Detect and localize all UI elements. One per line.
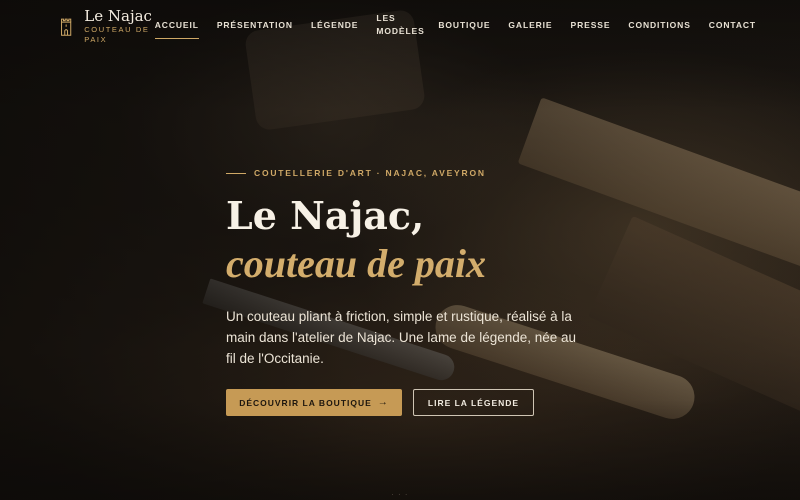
site-header: Le Najac COUTEAU DE PAIX ACCUEIL PRÉSENT… <box>0 0 800 52</box>
read-legend-button[interactable]: LIRE LA LÉGENDE <box>413 389 534 416</box>
nav-item-contact[interactable]: CONTACT <box>709 17 756 36</box>
nav-item-conditions[interactable]: CONDITIONS <box>628 17 690 36</box>
scroll-indicator[interactable]: · · · <box>391 492 408 498</box>
brand-logo-link[interactable]: Le Najac COUTEAU DE PAIX <box>60 6 155 45</box>
nav-item-boutique[interactable]: BOUTIQUE <box>438 17 490 36</box>
hero-section: COUTELLERIE D'ART · NAJAC, AVEYRON Le Na… <box>226 168 626 416</box>
eyebrow-text: COUTELLERIE D'ART · NAJAC, AVEYRON <box>254 168 486 178</box>
hero-title-line1: Le Najac, <box>226 193 425 238</box>
tower-icon <box>61 18 72 36</box>
hero-title: Le Najac, couteau de paix <box>226 192 626 288</box>
brand-name: Le Najac <box>84 6 152 25</box>
hero-lead: Un couteau pliant à friction, simple et … <box>226 309 577 366</box>
nav-item-presentation[interactable]: PRÉSENTATION <box>217 17 293 36</box>
main-nav: ACCUEIL PRÉSENTATION LÉGENDE LES MODÈLES… <box>154 10 756 42</box>
nav-item-galerie[interactable]: GALERIE <box>508 17 552 36</box>
discover-shop-button[interactable]: DÉCOUVRIR LA BOUTIQUE → <box>226 389 402 416</box>
nav-item-legende[interactable]: LÉGENDE <box>311 17 358 36</box>
hero-actions: DÉCOUVRIR LA BOUTIQUE → LIRE LA LÉGENDE <box>226 389 626 416</box>
hero-title-line2: couteau de paix <box>226 241 486 286</box>
discover-shop-label: DÉCOUVRIR LA BOUTIQUE <box>239 397 372 408</box>
nav-item-presse[interactable]: PRESSE <box>571 17 611 36</box>
brand-tagline: COUTEAU DE PAIX <box>84 24 150 44</box>
eyebrow-divider <box>226 172 246 174</box>
hero-eyebrow: COUTELLERIE D'ART · NAJAC, AVEYRON <box>226 168 626 178</box>
nav-item-accueil[interactable]: ACCUEIL <box>154 17 199 39</box>
arrow-right-icon: → <box>377 397 389 408</box>
nav-item-les-modeles[interactable]: LES MODÈLES <box>376 10 423 42</box>
